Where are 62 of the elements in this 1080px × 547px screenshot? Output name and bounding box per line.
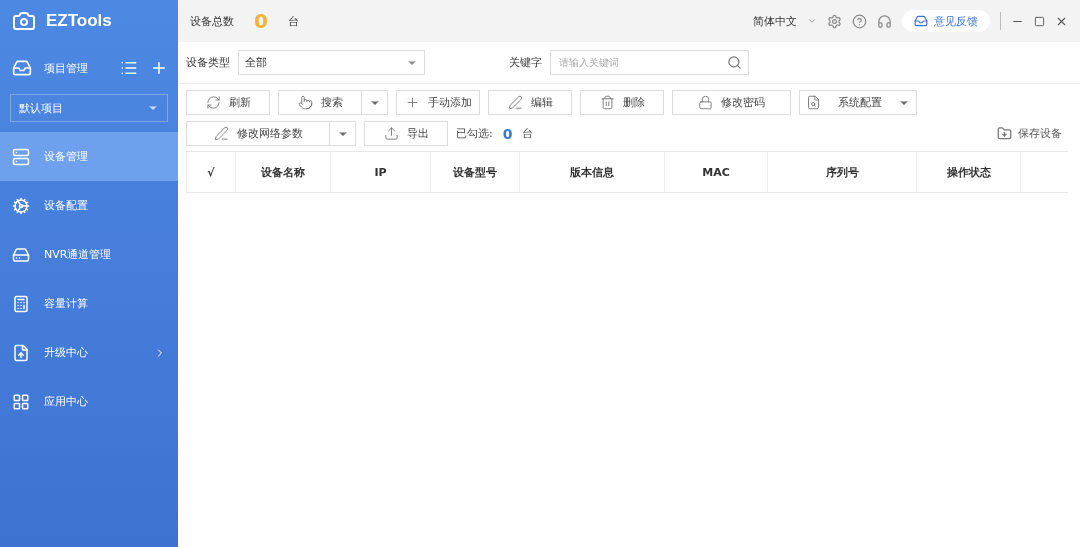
search-icon[interactable] (727, 55, 742, 70)
nav-item[interactable]: 设备配置 (0, 181, 178, 230)
column-header: 版本信息 (519, 152, 664, 192)
total-label: 设备总数 (190, 13, 234, 29)
folder-download-icon (997, 126, 1012, 141)
toolbar-button[interactable]: 刷新 (186, 90, 270, 115)
column-header: IP (330, 152, 430, 192)
pen-icon (213, 126, 229, 141)
feedback-button[interactable]: 意见反馈 (902, 10, 990, 32)
device-type-select[interactable]: 全部 (238, 50, 425, 75)
logo-icon (12, 9, 36, 33)
project-label: 项目管理 (44, 60, 89, 76)
grid-icon (12, 392, 30, 411)
headset-icon[interactable] (877, 13, 892, 29)
calculator-icon (12, 294, 30, 313)
column-header: 序列号 (767, 152, 916, 192)
file-search-icon (806, 95, 821, 110)
column-header: MAC (664, 152, 767, 192)
device-type-label: 设备类型 (186, 55, 230, 70)
inbox-icon (914, 14, 928, 28)
nav-item[interactable]: 容量计算 (0, 279, 178, 328)
toolbar-button[interactable]: 系统配置 (799, 90, 917, 115)
pen-icon (507, 95, 523, 110)
toolbar-button[interactable]: 删除 (580, 90, 664, 115)
list-icon[interactable] (120, 59, 138, 77)
plus-icon (404, 95, 420, 110)
total-count: 0 (254, 9, 268, 33)
settings-icon[interactable] (827, 13, 842, 29)
column-header: 设备型号 (430, 152, 519, 192)
save-button[interactable]: 保存设备 (991, 125, 1068, 142)
keyword-field[interactable]: 请输入关键词 (550, 50, 749, 75)
toolbar-button[interactable]: 导出 (364, 121, 448, 146)
toolbar-button[interactable]: 手动添加 (396, 90, 480, 115)
server-icon (12, 147, 30, 166)
lock-icon (698, 95, 713, 110)
total-unit: 台 (287, 13, 299, 29)
app-title: EZTools (46, 11, 112, 31)
nav-item[interactable]: NVR通道管理 (0, 230, 178, 279)
upload-icon (383, 126, 399, 141)
add-icon[interactable] (150, 59, 168, 77)
project-select[interactable]: 默认项目 (10, 94, 168, 122)
pointer-icon (297, 95, 313, 110)
toolbar-button[interactable]: 编辑 (488, 90, 572, 115)
caret-icon (807, 16, 817, 26)
hard-drive-icon (12, 245, 30, 264)
gear-icon (12, 196, 30, 215)
file-upload-icon (12, 343, 30, 362)
keyword-label: 关键字 (509, 55, 542, 70)
toolbar-button[interactable]: 修改密码 (672, 90, 791, 115)
language-select[interactable]: 简体中文 (753, 13, 797, 29)
help-icon[interactable] (852, 13, 867, 29)
nav-item[interactable]: 应用中心 (0, 377, 178, 426)
nav-item[interactable]: 升级中心 (0, 328, 178, 377)
selected-count: 0 (502, 125, 513, 142)
column-header: 设备名称 (235, 152, 330, 192)
refresh-icon (205, 95, 221, 110)
column-header: 操作状态 (916, 152, 1020, 192)
trash-icon (599, 95, 615, 110)
maximize-icon[interactable] (1034, 15, 1045, 27)
selected-label: 已勾选: (456, 126, 493, 141)
selected-unit: 台 (522, 126, 534, 141)
column-header: √ (186, 152, 235, 192)
